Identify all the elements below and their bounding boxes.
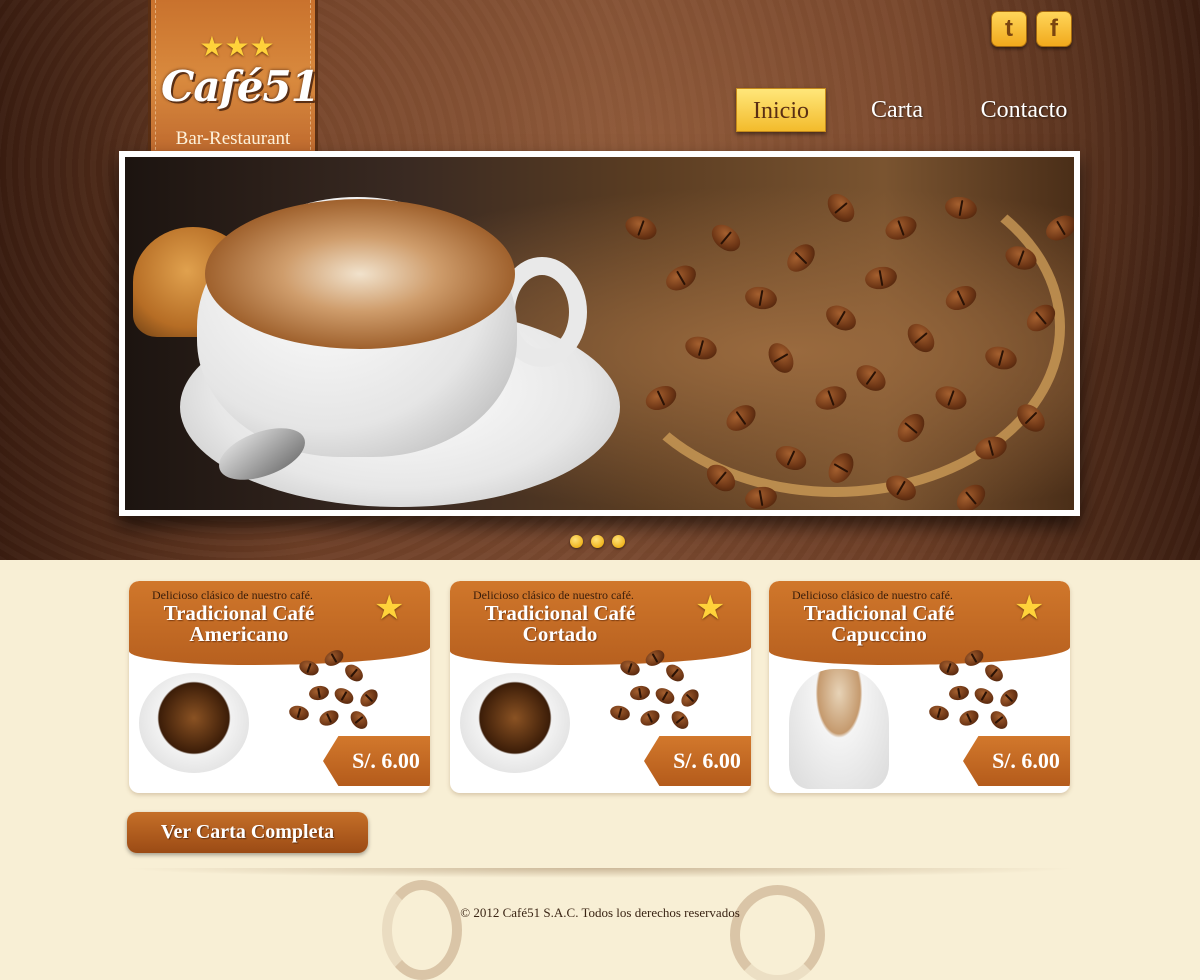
coffee-bean-image xyxy=(677,685,703,711)
coffee-bean-image xyxy=(331,684,357,708)
coffee-stain-image xyxy=(730,885,825,980)
coffee-bean-image xyxy=(987,707,1011,733)
nav-inicio[interactable]: Inicio xyxy=(736,88,826,132)
hero-slider xyxy=(119,151,1080,516)
coffee-bean-image xyxy=(937,658,961,678)
star-icon: ★ xyxy=(374,588,405,628)
coffee-bean-image xyxy=(618,658,642,678)
coffee-bean-image xyxy=(628,684,652,702)
coffee-bean-image xyxy=(996,685,1022,711)
price-tag: S/. 6.00 xyxy=(323,736,430,786)
coffee-stain-image xyxy=(382,880,462,980)
coffee-bean-image xyxy=(316,707,342,729)
coffee-bean-image xyxy=(668,707,692,733)
price-tag: S/. 6.00 xyxy=(644,736,751,786)
star-icon: ★ xyxy=(1014,588,1045,628)
ver-carta-completa-button[interactable]: Ver Carta Completa xyxy=(127,812,368,853)
nav-contacto[interactable]: Contacto xyxy=(970,88,1078,132)
star-icon: ★ xyxy=(695,588,726,628)
card-title-line2: Cortado xyxy=(522,622,598,646)
coffee-beans-image xyxy=(608,646,703,733)
coffee-bean-image xyxy=(347,707,371,733)
price-label: S/. 6.00 xyxy=(673,748,741,773)
coffee-bean-image xyxy=(1041,210,1074,246)
coffee-bean-image xyxy=(637,707,663,729)
facebook-icon[interactable]: f xyxy=(1036,11,1072,47)
logo-tagline: Bar-Restaurant xyxy=(175,128,291,149)
slider-dot-3[interactable] xyxy=(612,535,625,548)
logo-name: Café51 xyxy=(161,62,319,111)
footer-divider xyxy=(120,868,1080,878)
nav-carta[interactable]: Carta xyxy=(858,88,936,132)
twitter-icon[interactable]: t xyxy=(991,11,1027,47)
hero-image xyxy=(125,157,1074,510)
coffee-bean-image xyxy=(981,661,1007,685)
cortado-cup-image xyxy=(460,673,570,773)
coffee-bean-image xyxy=(356,685,382,711)
coffee-bean-image xyxy=(642,646,668,670)
coffee-bean-image xyxy=(662,661,688,685)
price-label: S/. 6.00 xyxy=(992,748,1060,773)
coffee-bean-image xyxy=(287,703,311,723)
coffee-bean-image xyxy=(321,646,347,670)
coffee-bean-image xyxy=(307,684,331,702)
coffee-bean-image xyxy=(341,661,367,685)
product-card-capuccino[interactable]: Delicioso clásico de nuestro café. Tradi… xyxy=(769,581,1070,793)
price-tag: S/. 6.00 xyxy=(963,736,1070,786)
card-title: Tradicional Café Americano xyxy=(139,603,339,645)
coffee-bean-image xyxy=(971,684,997,708)
coffee-bean-image xyxy=(297,658,321,678)
coffee-bean-image xyxy=(961,646,987,670)
coffee-beans-image xyxy=(287,646,382,733)
coffee-bean-image xyxy=(927,703,951,723)
card-title-line2: Capuccino xyxy=(831,622,927,646)
coffee-bean-image xyxy=(947,684,971,702)
coffee-bean-image xyxy=(608,703,632,723)
coffee-bean-image xyxy=(951,479,991,510)
coffee-beans-image xyxy=(927,646,1022,733)
product-card-americano[interactable]: Delicioso clásico de nuestro café. Tradi… xyxy=(129,581,430,793)
slider-dot-1[interactable] xyxy=(570,535,583,548)
latte-art-image xyxy=(205,199,515,349)
slider-dot-2[interactable] xyxy=(591,535,604,548)
americano-cup-image xyxy=(139,673,249,773)
logo-stars-icon: ★★★ xyxy=(199,30,275,63)
product-card-cortado[interactable]: Delicioso clásico de nuestro café. Tradi… xyxy=(450,581,751,793)
card-title: Tradicional Café Capuccino xyxy=(779,603,979,645)
card-title-line2: Americano xyxy=(189,622,289,646)
price-label: S/. 6.00 xyxy=(352,748,420,773)
card-title: Tradicional Café Cortado xyxy=(460,603,660,645)
coffee-bean-image xyxy=(652,684,678,708)
coffee-bean-image xyxy=(956,707,982,729)
capuccino-cup-image xyxy=(789,669,889,789)
footer-copyright: © 2012 Café51 S.A.C. Todos los derechos … xyxy=(460,905,740,920)
slider-dots xyxy=(570,533,633,548)
